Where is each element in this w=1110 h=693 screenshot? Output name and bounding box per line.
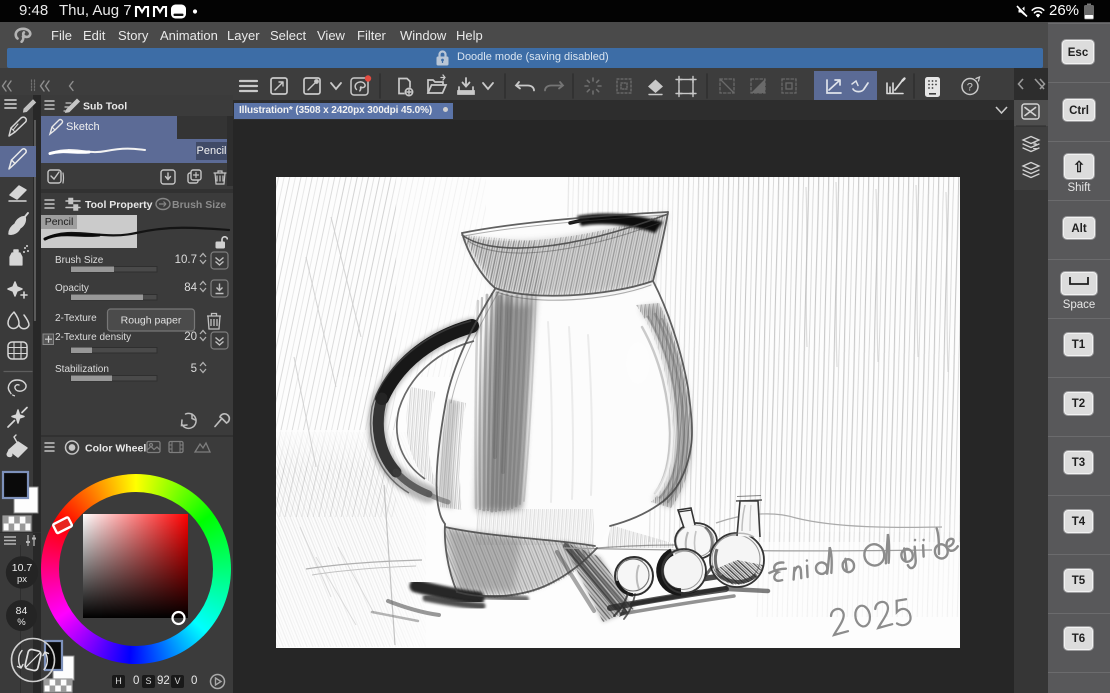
svg-text:2-Texture: 2-Texture (55, 313, 97, 324)
svg-text:84: 84 (16, 605, 28, 617)
svg-text:Color Wheel: Color Wheel (85, 443, 146, 455)
svg-text:2-Texture density: 2-Texture density (55, 332, 131, 343)
svg-text:20: 20 (184, 331, 197, 343)
svg-text:px: px (17, 574, 27, 585)
svg-text:Tool Property: Tool Property (85, 199, 153, 211)
svg-text:?: ? (967, 82, 973, 94)
svg-text:84: 84 (184, 282, 197, 294)
svg-text:Opacity: Opacity (55, 283, 89, 294)
svg-text:5: 5 (191, 363, 197, 375)
svg-text:Brush Size: Brush Size (55, 255, 104, 266)
svg-text:Sub Tool: Sub Tool (83, 101, 127, 113)
svg-text:Brush Size: Brush Size (172, 199, 226, 211)
svg-text:10.7: 10.7 (12, 562, 33, 574)
svg-text:Stabilization: Stabilization (55, 364, 109, 375)
svg-text:%: % (17, 617, 26, 628)
svg-text:Rough paper: Rough paper (121, 315, 182, 327)
svg-text:10.7: 10.7 (175, 254, 197, 266)
